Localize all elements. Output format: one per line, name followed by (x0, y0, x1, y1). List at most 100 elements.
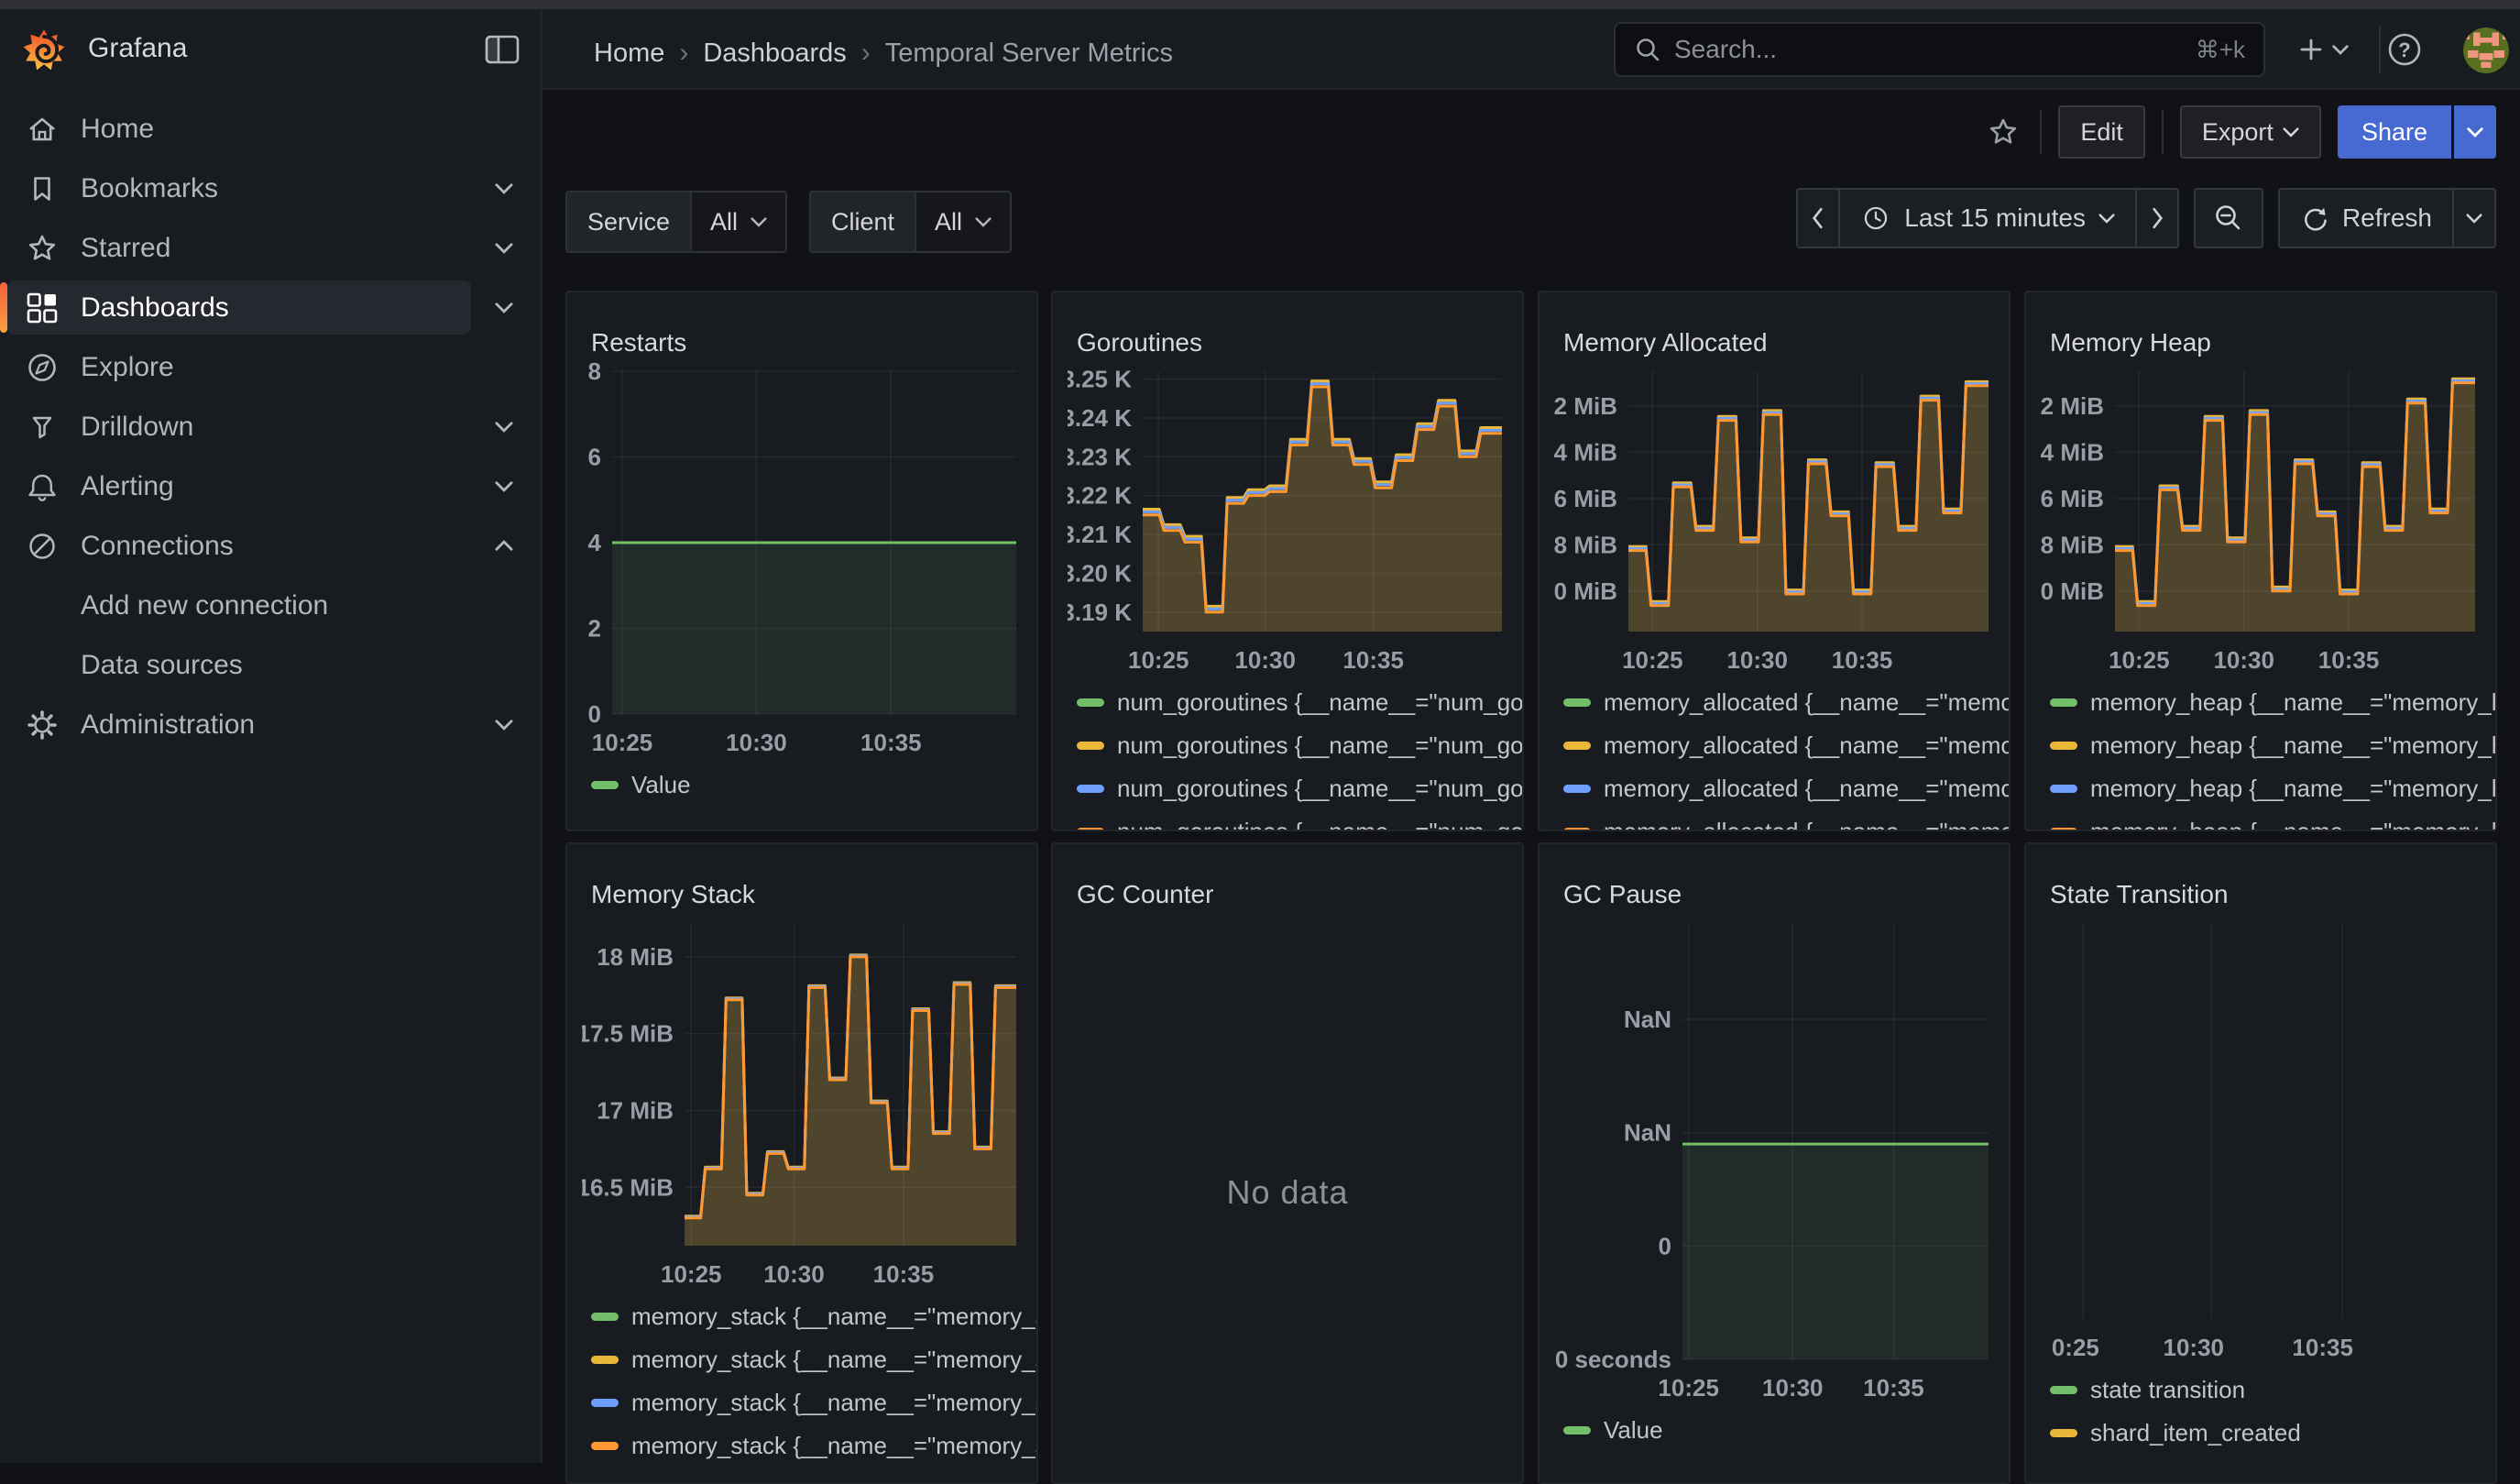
time-series-plot[interactable]: 10:2510:3010:353.19 K3.20 K3.21 K3.22 K3… (1068, 351, 1511, 685)
chevron-down-icon[interactable] (495, 182, 513, 194)
legend-item[interactable]: num_goroutines {__name__="num_go (1077, 681, 1522, 724)
legend-item[interactable]: Value (591, 764, 1036, 807)
sidebar-item-dashboards[interactable]: Dashboards (0, 278, 541, 337)
x-axis-label: 10:30 (1762, 1374, 1824, 1402)
avatar[interactable] (2463, 27, 2509, 73)
edit-button[interactable]: Edit (2058, 105, 2145, 159)
panel-header[interactable]: Goroutines (1053, 292, 1522, 351)
refresh-button[interactable]: Refresh (2280, 190, 2452, 247)
sidebar-item-explore[interactable]: Explore (0, 337, 541, 397)
x-axis-label: 10:35 (2292, 1334, 2353, 1361)
legend-swatch-yellow (2050, 742, 2077, 750)
sidebar-item-bookmarks[interactable]: Bookmarks (0, 159, 541, 218)
legend-item[interactable]: memory_stack {__name__="memory_s (591, 1338, 1036, 1381)
share-menu-button[interactable] (2454, 105, 2496, 159)
sidebar-item-home[interactable]: Home (0, 99, 541, 159)
time-series-plot[interactable]: 10:2510:3010:3502468 (582, 351, 1025, 767)
breadcrumb-home[interactable]: Home (594, 38, 664, 69)
chevron-up-icon[interactable] (495, 540, 513, 552)
sidebar-item-administration[interactable]: Administration (0, 695, 541, 754)
time-series-plot[interactable]: 10:2510:3010:3540 MiB48 MiB56 MiB64 MiB7… (2041, 351, 2484, 685)
share-button[interactable]: Share (2338, 105, 2451, 159)
legend-label: memory_stack {__name__="memory_s (631, 1346, 1036, 1374)
time-series-plot[interactable]: 10:2510:3010:3540 MiB48 MiB56 MiB64 MiB7… (1554, 351, 1998, 685)
legend-item[interactable]: num_goroutines {__name__="num_go (1077, 767, 1522, 810)
panel-header[interactable]: State Transition (2026, 844, 2495, 903)
legend-item[interactable]: memory_allocated {__name__="memo (1563, 767, 2009, 810)
client-select[interactable]: All (916, 192, 1010, 251)
legend-swatch-orange (2050, 828, 2077, 830)
y-axis-label: 48 MiB (1554, 531, 1617, 558)
legend-item[interactable]: memory_allocated {__name__="memo (1563, 724, 2009, 767)
legend-item[interactable]: num_goroutines {__name__="num_go (1077, 810, 1522, 830)
sidebar-collapse-icon[interactable] (484, 33, 520, 66)
add-new-button[interactable] (2284, 27, 2361, 71)
help-icon: ? (2384, 29, 2425, 70)
refresh-interval-button[interactable] (2452, 190, 2494, 247)
link-icon (22, 526, 62, 566)
legend-item[interactable]: memory_allocated {__name__="memo (1563, 681, 2009, 724)
svg-text:?: ? (2398, 38, 2410, 61)
chevron-down-icon[interactable] (495, 302, 513, 313)
export-button[interactable]: Export (2180, 105, 2321, 159)
legend-item[interactable]: memory_heap {__name__="memory_h (2050, 767, 2495, 810)
help-button[interactable]: ? (2384, 29, 2425, 70)
service-label: Service (567, 192, 692, 251)
panel-header[interactable]: Memory Stack (567, 844, 1036, 903)
legend-item[interactable]: num_goroutines {__name__="num_go (1077, 724, 1522, 767)
search-input[interactable]: Search... ⌘+k (1614, 22, 2265, 77)
legend-label: num_goroutines {__name__="num_go (1117, 818, 1522, 830)
legend-item[interactable]: memory_heap {__name__="memory_h (2050, 724, 2495, 767)
legend-item[interactable]: memory_allocated {__name__="memo (1563, 810, 2009, 830)
sidebar-item-alerting[interactable]: Alerting (0, 456, 541, 516)
legend-item[interactable]: Value (1563, 1409, 2009, 1452)
chevron-down-icon[interactable] (495, 421, 513, 433)
panel-header[interactable]: Restarts (567, 292, 1036, 351)
x-axis-label: 10:30 (1726, 646, 1788, 674)
x-axis-label: 10:25 (1658, 1374, 1719, 1402)
legend-item[interactable]: state transition (2050, 1369, 2495, 1412)
x-axis-label: 10:35 (1832, 646, 1893, 674)
time-shift-forward-button[interactable] (2135, 190, 2177, 247)
breadcrumb-dashboards[interactable]: Dashboards (703, 38, 846, 69)
sidebar-item-drilldown[interactable]: Drilldown (0, 397, 541, 456)
time-series-plot[interactable]: 10:2510:3010:3516.5 MiB17 MiB17.5 MiB18 … (582, 903, 1025, 1299)
panel-header[interactable]: Memory Heap (2026, 292, 2495, 351)
breadcrumb-separator: › (860, 38, 872, 69)
chevron-down-icon[interactable] (495, 719, 513, 731)
breadcrumb-separator: › (677, 38, 690, 69)
bell-icon (22, 467, 62, 507)
sidebar-item-connections[interactable]: Connections (0, 516, 541, 576)
y-axis-label: 3.23 K (1068, 443, 1132, 470)
time-range-picker[interactable]: Last 15 minutes (1838, 190, 2135, 247)
chevron-down-icon[interactable] (495, 480, 513, 492)
time-series-plot[interactable]: 0:2510:3010:35 (2041, 903, 2484, 1372)
star-icon (22, 228, 62, 269)
sidebar-item-starred[interactable]: Starred (0, 218, 541, 278)
legend-item[interactable]: memory_stack {__name__="memory_s (591, 1424, 1036, 1468)
search-icon (1634, 36, 1661, 63)
panel-header[interactable]: Memory Allocated (1539, 292, 2009, 351)
y-axis-label: 40 MiB (2041, 577, 2104, 605)
chevron-down-icon[interactable] (495, 242, 513, 254)
service-select[interactable]: All (692, 192, 785, 251)
sidebar-item-data-sources[interactable]: Data sources (0, 635, 541, 695)
sidebar-item-add-new-connection[interactable]: Add new connection (0, 576, 541, 635)
legend-item[interactable]: shard_item_created (2050, 1412, 2495, 1455)
favorite-button[interactable] (1983, 112, 2023, 152)
legend-item[interactable]: memory_heap {__name__="memory_h (2050, 681, 2495, 724)
panel-header[interactable]: GC Counter (1053, 844, 1522, 903)
home-icon (22, 109, 62, 149)
legend-swatch-green (1563, 1426, 1591, 1435)
panel-header[interactable]: GC Pause (1539, 844, 2009, 903)
legend-item[interactable]: memory_stack {__name__="memory_s (591, 1381, 1036, 1424)
legend-item[interactable]: memory_heap {__name__="memory_h (2050, 810, 2495, 830)
zoom-out-button[interactable] (2196, 190, 2262, 247)
chevron-down-icon (2467, 126, 2483, 137)
y-axis-label: 56 MiB (1554, 485, 1617, 512)
grafana-logo-icon[interactable] (20, 26, 68, 73)
legend-item[interactable]: memory_stack {__name__="memory_s (591, 1295, 1036, 1338)
time-shift-back-button[interactable] (1798, 190, 1838, 247)
y-axis-label: NaN (1624, 1119, 1671, 1147)
time-series-plot[interactable]: 10:2510:3010:350 seconds0NaNNaN (1554, 903, 1998, 1413)
